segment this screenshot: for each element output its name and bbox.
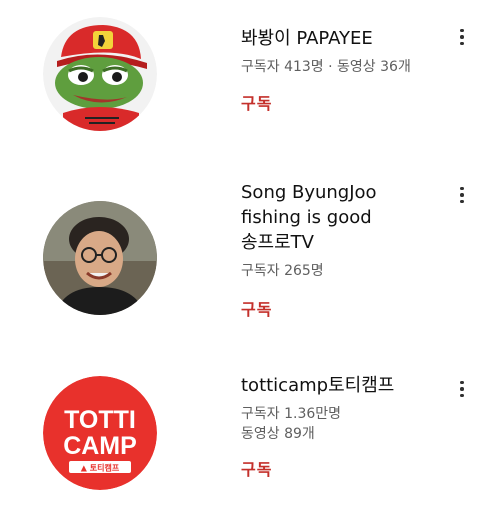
channel-avatar[interactable] <box>43 17 157 131</box>
channel-row[interactable]: TOTTI CAMP ▲ 토티캠프 totticamp토티캠프 구독자 1.36… <box>0 350 503 514</box>
more-vert-icon[interactable] <box>451 26 473 48</box>
logo-tag: ▲ 토티캠프 <box>81 463 120 473</box>
pepe-avatar-image <box>43 17 157 131</box>
totticamp-logo: TOTTI CAMP ▲ 토티캠프 <box>43 376 157 490</box>
logo-text-totti: TOTTI <box>64 406 136 434</box>
man-portrait-image <box>43 201 157 315</box>
more-vert-icon[interactable] <box>451 378 473 400</box>
subscribe-button[interactable]: 구독 <box>241 296 272 320</box>
more-vert-icon[interactable] <box>451 184 473 206</box>
channel-name[interactable]: 봐봥이 PAPAYEE <box>241 26 446 51</box>
channel-video-count: 동영상 89개 <box>241 426 315 442</box>
channel-avatar[interactable]: TOTTI CAMP ▲ 토티캠프 <box>43 376 157 490</box>
channel-name-line-2[interactable]: fishing is good <box>241 205 446 230</box>
channel-avatar[interactable] <box>43 201 157 315</box>
channel-name-line-3[interactable]: 송프로TV <box>241 230 446 255</box>
channel-stats: 구독자 265명 <box>241 263 324 279</box>
subscribe-button[interactable]: 구독 <box>241 90 272 114</box>
channel-row[interactable]: 봐봥이 PAPAYEE 구독자 413명 · 동영상 36개 구독 <box>0 0 503 170</box>
logo-text-camp: CAMP <box>63 432 137 460</box>
subscribe-button[interactable]: 구독 <box>241 456 272 480</box>
channel-name[interactable]: totticamp토티캠프 <box>241 373 446 398</box>
channel-row[interactable]: Song ByungJoo fishing is good 송프로TV 구독자 … <box>0 170 503 350</box>
channel-name-line-1[interactable]: Song ByungJoo <box>241 180 446 205</box>
channel-subscribers: 구독자 1.36만명 <box>241 406 342 422</box>
channel-stats: 구독자 413명 · 동영상 36개 <box>241 59 411 75</box>
